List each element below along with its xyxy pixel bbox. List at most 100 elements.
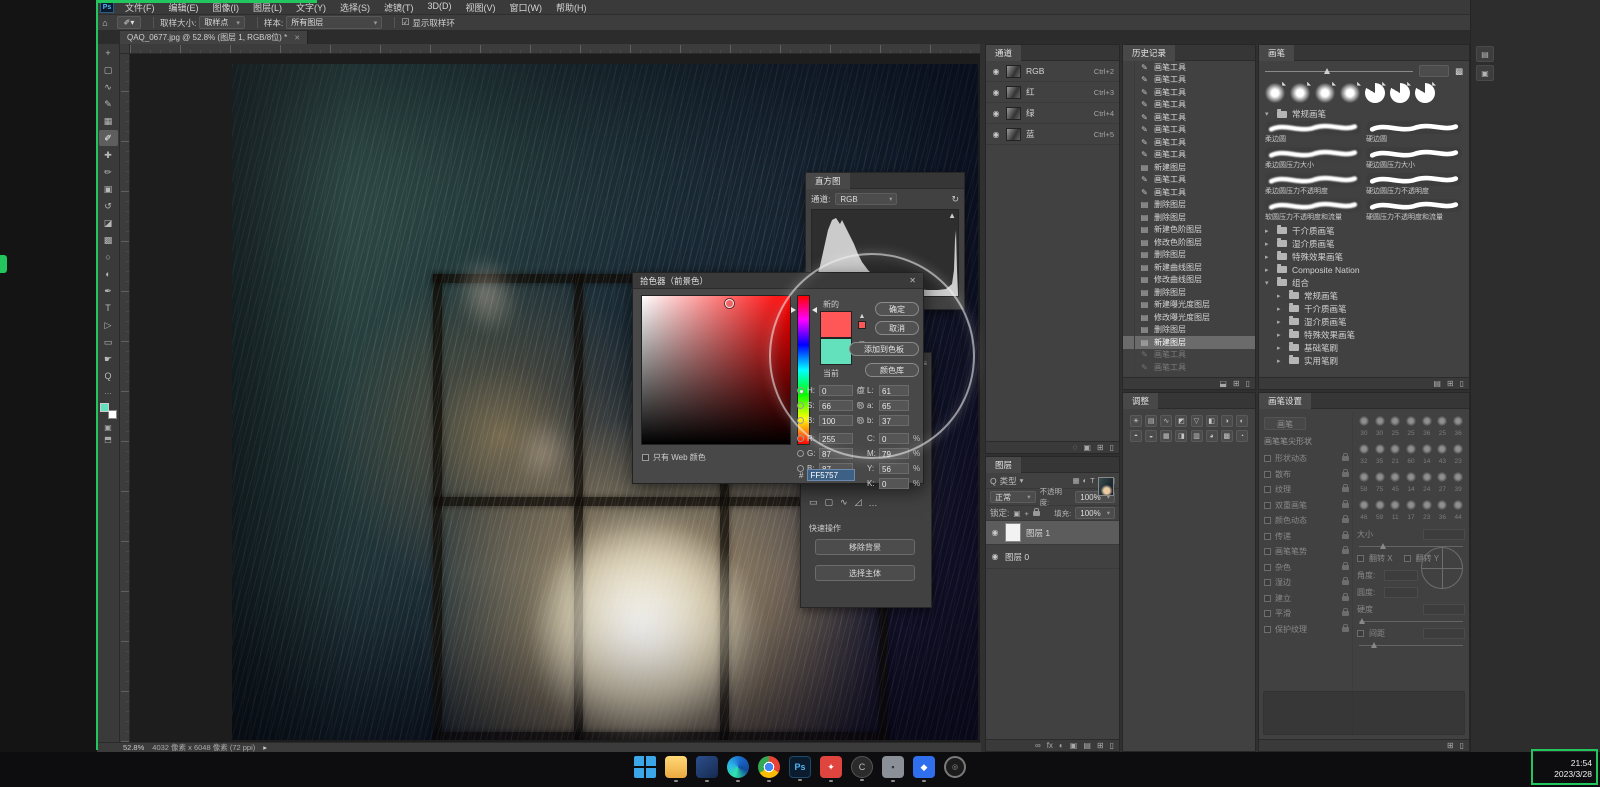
snapshot-slot[interactable] <box>1123 111 1135 124</box>
size-field[interactable] <box>1423 529 1465 540</box>
new-brush-icon[interactable]: ⊞ <box>1447 741 1454 750</box>
adjustment-icon[interactable]: ◓ <box>1130 430 1142 442</box>
taskbar-app-icon[interactable] <box>758 756 780 778</box>
adjustment-icon[interactable]: ◒ <box>1145 430 1157 442</box>
new-brush-icon[interactable]: ⊞ <box>1447 379 1454 388</box>
layer-name[interactable]: 图层 1 <box>1026 527 1050 539</box>
saturation-field[interactable] <box>641 295 791 445</box>
snapshot-slot[interactable] <box>1123 324 1135 337</box>
radio-button[interactable] <box>857 417 864 424</box>
screen-mode-button[interactable]: ⬒ <box>99 435 118 444</box>
history-entry[interactable]: ✎ 画笔工具 <box>1123 74 1255 87</box>
select-subject-button[interactable]: 选择主体 <box>815 565 915 581</box>
checkbox[interactable] <box>1264 533 1271 540</box>
value-field[interactable]: 66 <box>819 400 853 411</box>
history-entry[interactable]: ▤ 删除图层 <box>1123 324 1255 337</box>
lock-all-icon[interactable] <box>1033 511 1040 516</box>
spacing-slider[interactable] <box>1359 645 1463 646</box>
trash-icon[interactable]: ▯ <box>1460 379 1464 388</box>
brush-option-row[interactable]: 杂色 <box>1264 560 1349 576</box>
lock-icon[interactable] <box>1342 549 1349 554</box>
layer-name[interactable]: 图层 0 <box>1005 551 1029 563</box>
brush-folder[interactable]: ▸ 干介质画笔 <box>1259 224 1469 237</box>
adjustment-icon[interactable]: ▥ <box>1191 430 1203 442</box>
history-entry[interactable]: ▤ 修改色阶图层 <box>1123 236 1255 249</box>
lock-icon[interactable] <box>1342 472 1349 477</box>
radio-button[interactable] <box>857 387 864 394</box>
brush-option-row[interactable]: 双重画笔 <box>1264 498 1349 514</box>
tool-button[interactable]: ◪ <box>99 215 118 231</box>
layer-mask-icon[interactable]: ▣ <box>1070 741 1078 750</box>
adjustment-icon[interactable]: ▽ <box>1191 415 1203 427</box>
history-entry[interactable]: ▤ 新建色阶图层 <box>1123 224 1255 237</box>
brush-tip[interactable]: 25 <box>1388 413 1402 441</box>
menu-item[interactable]: 选择(S) <box>333 1 377 14</box>
tool-button[interactable]: ▷ <box>99 317 118 333</box>
history-entry[interactable]: ✎ 画笔工具 <box>1123 124 1255 137</box>
cancel-button[interactable]: 取消 <box>875 321 919 335</box>
blend-mode-dropdown[interactable]: 正常▾ <box>990 491 1036 503</box>
brush-tip[interactable]: 35 <box>1373 441 1387 469</box>
lock-transparent-icon[interactable]: ▣ <box>1013 509 1020 518</box>
brush-tip[interactable]: 32 <box>1357 441 1371 469</box>
value-field[interactable]: 0 <box>819 385 853 396</box>
history-entry[interactable]: ▤ 删除图层 <box>1123 211 1255 224</box>
brushes-button[interactable]: 画笔 <box>1264 417 1306 430</box>
brush-tip[interactable]: 24 <box>1420 469 1434 497</box>
brush-chip[interactable] <box>1315 83 1335 103</box>
menu-item[interactable]: 帮助(H) <box>549 1 594 14</box>
eye-icon[interactable]: ◉ <box>991 88 1001 97</box>
value-field[interactable]: 87 <box>819 448 853 459</box>
tool-button[interactable]: ▣ <box>99 181 118 197</box>
checkbox[interactable] <box>1264 595 1271 602</box>
tool-button[interactable]: + <box>99 45 118 61</box>
snapshot-slot[interactable] <box>1123 61 1135 74</box>
checkbox[interactable] <box>1264 626 1271 633</box>
hardness-field[interactable] <box>1423 604 1465 615</box>
brush-item[interactable]: 软圆压力不透明度和流量 <box>1265 199 1362 224</box>
layer-style-icon[interactable]: fx <box>1047 741 1053 750</box>
brush-item[interactable]: 硬边圆压力不透明度 <box>1366 173 1463 198</box>
lock-icon[interactable] <box>1342 596 1349 601</box>
hue-slider-handle[interactable] <box>791 307 796 313</box>
menu-item[interactable]: 窗口(W) <box>503 1 550 14</box>
snapshot-slot[interactable] <box>1123 99 1135 112</box>
brush-item[interactable]: 柔边圆 <box>1265 121 1362 146</box>
history-entry[interactable]: ✎ 画笔工具 <box>1123 99 1255 112</box>
channel-dropdown[interactable]: RGB▾ <box>835 193 897 205</box>
checkbox[interactable] <box>642 454 649 461</box>
history-entry[interactable]: ✎ 画笔工具 <box>1123 361 1255 374</box>
tool-button[interactable]: T <box>99 300 118 316</box>
history-entry[interactable]: ▤ 删除图层 <box>1123 249 1255 262</box>
radio-button[interactable] <box>797 387 804 394</box>
lock-icon[interactable] <box>1342 518 1349 523</box>
tool-button[interactable]: ✚ <box>99 147 118 163</box>
snapshot-slot[interactable] <box>1123 149 1135 162</box>
angle-field[interactable] <box>1384 570 1418 581</box>
history-entry[interactable]: ✎ 画笔工具 <box>1123 174 1255 187</box>
color-marker[interactable] <box>725 299 734 308</box>
lock-icon[interactable] <box>1342 580 1349 585</box>
brush-tip[interactable]: 17 <box>1404 497 1418 525</box>
snapshot-slot[interactable] <box>1123 174 1135 187</box>
brush-option-row[interactable]: 传递 <box>1264 529 1349 545</box>
new-snapshot-icon[interactable]: ⊞ <box>1233 379 1240 388</box>
taskbar-app-icon[interactable]: ◎ <box>944 756 966 778</box>
stroke-preview-toggle-icon[interactable]: ▩ <box>1455 66 1463 77</box>
value-field[interactable]: 100 <box>819 415 853 426</box>
adjustment-icon[interactable]: ▦ <box>1160 430 1172 442</box>
checkbox[interactable] <box>1264 579 1271 586</box>
refresh-icon[interactable]: ↻ <box>951 194 959 205</box>
menu-item[interactable]: 视图(V) <box>459 1 503 14</box>
brush-size-slider[interactable] <box>1265 71 1413 72</box>
value-field[interactable]: 65 <box>879 400 909 411</box>
layer-thumbnail[interactable] <box>1005 523 1021 542</box>
snapshot-slot[interactable] <box>1123 224 1135 237</box>
checkbox[interactable] <box>1264 486 1271 493</box>
tool-button[interactable]: ▩ <box>99 232 118 248</box>
taskbar-app-icon[interactable]: C <box>851 756 873 778</box>
show-ring-checkbox[interactable]: ☑ <box>401 17 409 28</box>
add-to-swatches-button[interactable]: 添加到色板 <box>849 342 919 356</box>
hardness-slider[interactable] <box>1359 621 1463 622</box>
taskbar-app-icon[interactable]: Ps <box>789 756 811 778</box>
